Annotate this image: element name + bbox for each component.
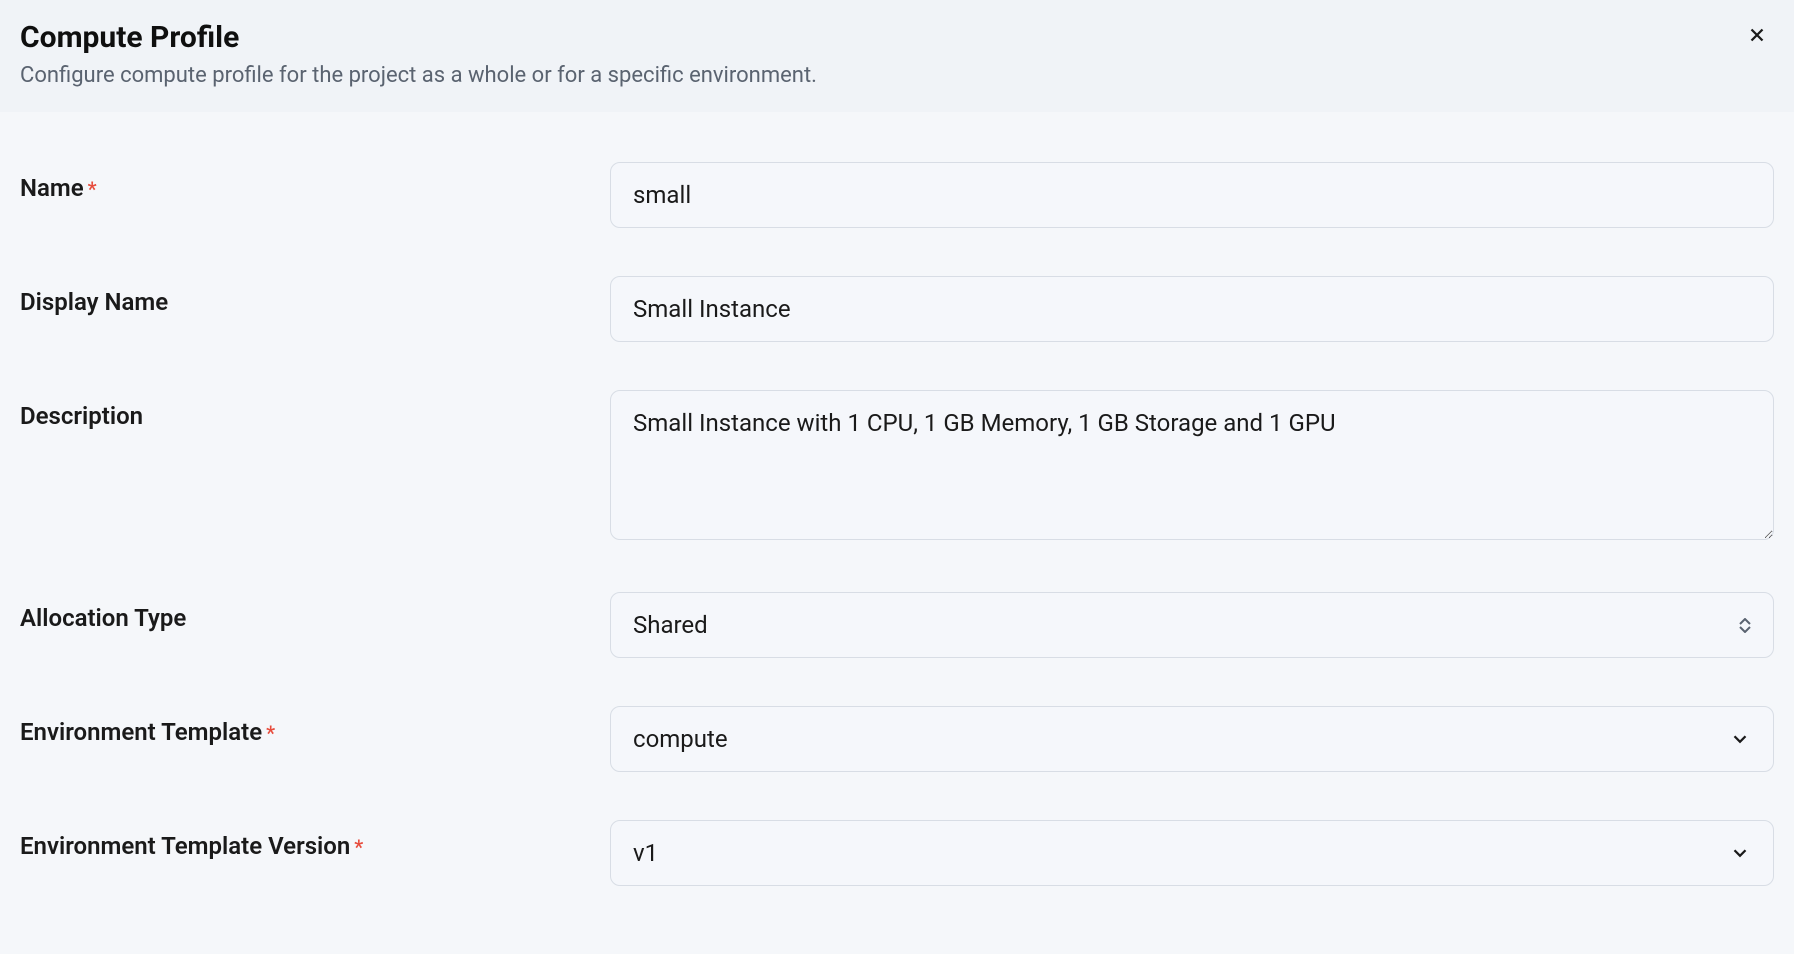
- env-template-version-select[interactable]: v1: [610, 820, 1774, 886]
- display-name-control-wrap: [610, 276, 1774, 342]
- display-name-input[interactable]: [610, 276, 1774, 342]
- env-template-version-value: v1: [633, 839, 658, 867]
- required-indicator: *: [266, 721, 275, 745]
- description-label-text: Description: [20, 402, 143, 430]
- close-button[interactable]: [1740, 18, 1774, 55]
- env-template-value: compute: [633, 725, 728, 753]
- form-row-description: Description: [20, 390, 1774, 544]
- env-template-version-label: Environment Template Version*: [20, 820, 610, 860]
- close-icon: [1746, 24, 1768, 49]
- up-down-icon: [1739, 618, 1751, 633]
- dialog-header: Compute Profile Configure compute profil…: [0, 0, 1794, 112]
- display-name-label-text: Display Name: [20, 288, 168, 316]
- env-template-version-label-text: Environment Template Version: [20, 832, 350, 860]
- required-indicator: *: [354, 835, 363, 859]
- chevron-down-icon: [1729, 728, 1751, 750]
- form-row-display-name: Display Name: [20, 276, 1774, 342]
- name-label: Name*: [20, 162, 610, 202]
- description-textarea[interactable]: [610, 390, 1774, 540]
- env-template-control-wrap: compute: [610, 706, 1774, 772]
- page-subtitle: Configure compute profile for the projec…: [20, 63, 1774, 88]
- form-container: Name* Display Name Description Allocatio…: [0, 112, 1794, 954]
- name-label-text: Name: [20, 174, 84, 202]
- allocation-type-select[interactable]: Shared: [610, 592, 1774, 658]
- allocation-type-label: Allocation Type: [20, 592, 610, 632]
- env-template-label-text: Environment Template: [20, 718, 262, 746]
- name-input[interactable]: [610, 162, 1774, 228]
- name-control-wrap: [610, 162, 1774, 228]
- form-row-name: Name*: [20, 162, 1774, 228]
- form-row-allocation-type: Allocation Type Shared: [20, 592, 1774, 658]
- required-indicator: *: [88, 177, 97, 201]
- description-control-wrap: [610, 390, 1774, 544]
- page-title: Compute Profile: [20, 20, 1774, 55]
- env-template-label: Environment Template*: [20, 706, 610, 746]
- allocation-type-value: Shared: [633, 611, 708, 639]
- chevron-down-icon: [1729, 842, 1751, 864]
- allocation-type-label-text: Allocation Type: [20, 604, 186, 632]
- display-name-label: Display Name: [20, 276, 610, 316]
- form-row-env-template: Environment Template* compute: [20, 706, 1774, 772]
- form-row-env-template-version: Environment Template Version* v1: [20, 820, 1774, 886]
- env-template-version-control-wrap: v1: [610, 820, 1774, 886]
- allocation-type-control-wrap: Shared: [610, 592, 1774, 658]
- env-template-select[interactable]: compute: [610, 706, 1774, 772]
- description-label: Description: [20, 390, 610, 430]
